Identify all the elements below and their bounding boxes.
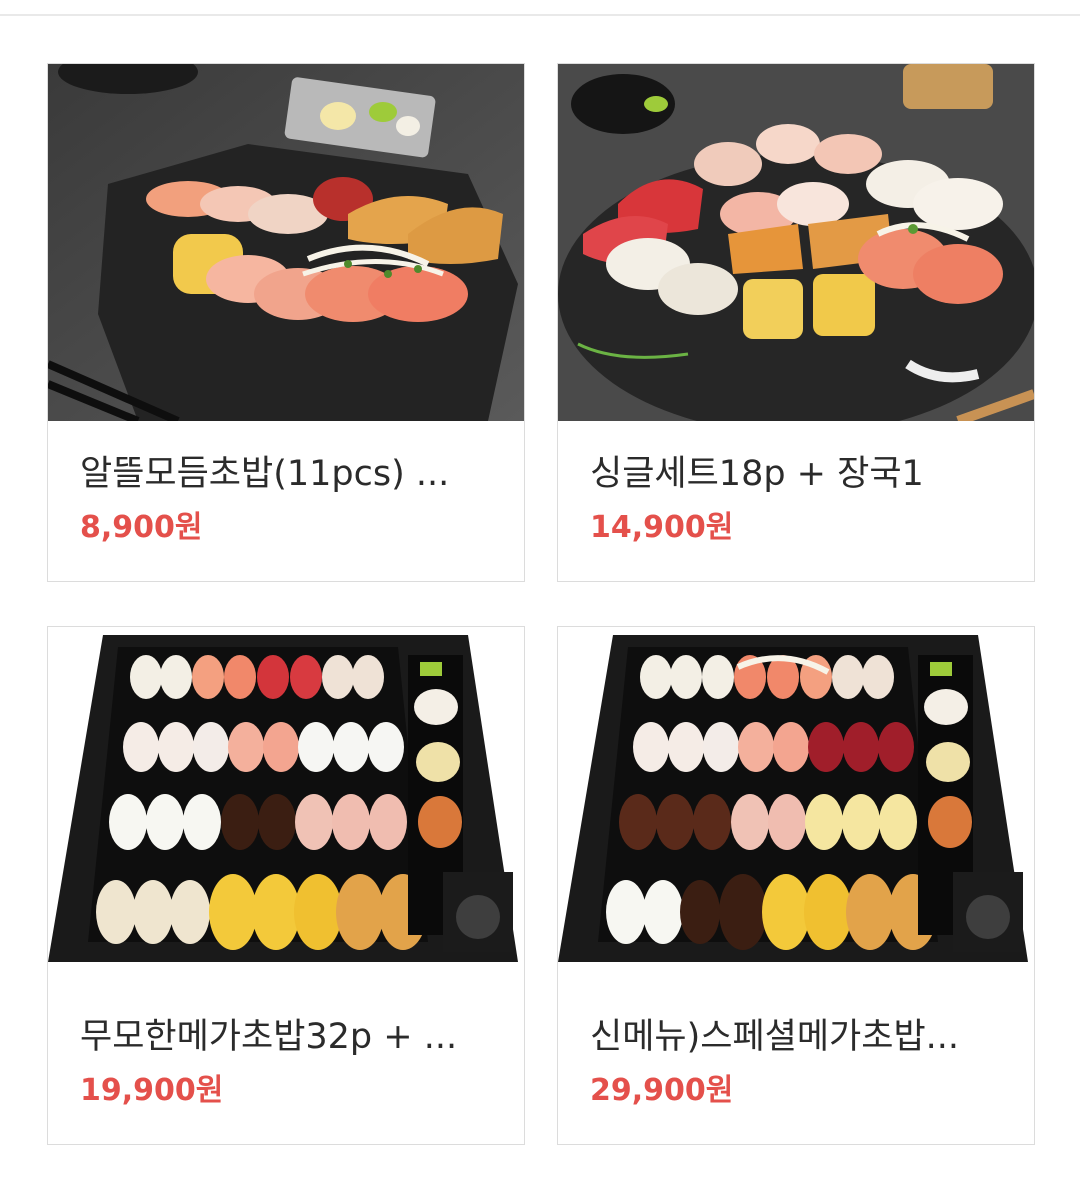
product-title[interactable]: 싱글세트18p + 장국1 <box>590 452 1002 496</box>
product-price: 14,900원 <box>590 510 734 545</box>
top-divider <box>0 14 1080 16</box>
product-title[interactable]: 신메뉴)스페셜메가초밥... <box>590 1015 1002 1059</box>
product-image[interactable] <box>558 64 1034 421</box>
product-card[interactable]: 알뜰모듬초밥(11pcs) ... 8,900원 <box>47 63 525 582</box>
product-price: 8,900원 <box>80 510 203 545</box>
product-card[interactable]: 무모한메가초밥32p + ... 19,900원 <box>47 626 525 1145</box>
product-image[interactable] <box>48 627 524 984</box>
product-title[interactable]: 알뜰모듬초밥(11pcs) ... <box>80 452 492 496</box>
product-price: 19,900원 <box>80 1073 224 1108</box>
product-price: 29,900원 <box>590 1073 734 1108</box>
product-card[interactable]: 싱글세트18p + 장국1 14,900원 <box>557 63 1035 582</box>
product-image[interactable] <box>558 627 1034 984</box>
product-title[interactable]: 무모한메가초밥32p + ... <box>80 1015 492 1059</box>
product-card[interactable]: 신메뉴)스페셜메가초밥... 29,900원 <box>557 626 1035 1145</box>
product-image[interactable] <box>48 64 524 421</box>
